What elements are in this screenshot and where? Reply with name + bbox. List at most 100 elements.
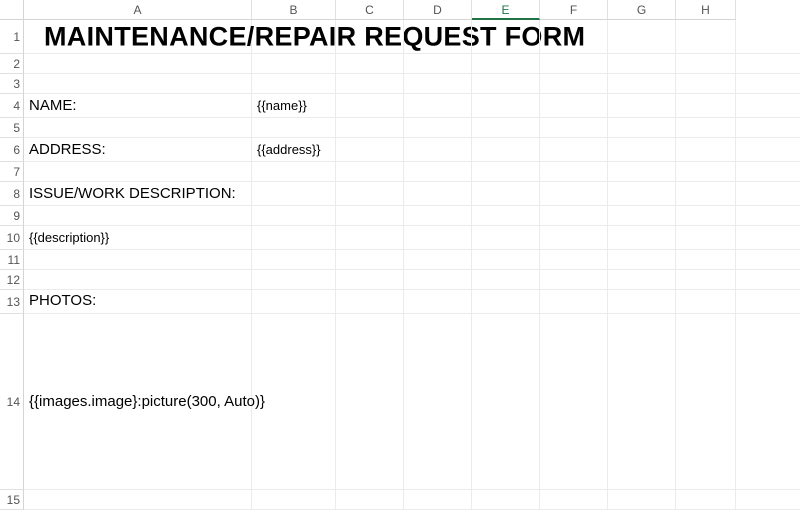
cell-C9[interactable]	[336, 206, 404, 225]
cell-F8[interactable]	[540, 182, 608, 205]
cell-E8[interactable]	[472, 182, 540, 205]
cell-B3[interactable]	[252, 74, 336, 93]
cell-G6[interactable]	[608, 138, 676, 161]
cell-D9[interactable]	[404, 206, 472, 225]
cell-G3[interactable]	[608, 74, 676, 93]
cell-G7[interactable]	[608, 162, 676, 181]
cell-D8[interactable]	[404, 182, 472, 205]
cell-G8[interactable]	[608, 182, 676, 205]
cell-F11[interactable]	[540, 250, 608, 269]
cell-G14[interactable]	[608, 314, 676, 489]
cell-H4[interactable]	[676, 94, 736, 117]
cell-E14[interactable]	[472, 314, 540, 489]
cell-H14[interactable]	[676, 314, 736, 489]
cell-D6[interactable]	[404, 138, 472, 161]
cell-H10[interactable]	[676, 226, 736, 249]
cell-B7[interactable]	[252, 162, 336, 181]
cell-H2[interactable]	[676, 54, 736, 73]
select-all-corner[interactable]	[0, 0, 24, 20]
cell-C8[interactable]	[336, 182, 404, 205]
cell-A5[interactable]	[24, 118, 252, 137]
cell-B14[interactable]	[252, 314, 336, 489]
cell-G1[interactable]	[608, 20, 676, 53]
cell-G11[interactable]	[608, 250, 676, 269]
cell-A13[interactable]: PHOTOS:	[24, 290, 252, 313]
cell-C5[interactable]	[336, 118, 404, 137]
cell-D2[interactable]	[404, 54, 472, 73]
cell-C11[interactable]	[336, 250, 404, 269]
row-header-9[interactable]: 9	[0, 206, 24, 226]
cell-E3[interactable]	[472, 74, 540, 93]
cell-C14[interactable]	[336, 314, 404, 489]
column-header-G[interactable]: G	[608, 0, 676, 20]
cell-B9[interactable]	[252, 206, 336, 225]
cell-E4[interactable]	[472, 94, 540, 117]
cell-C1[interactable]	[336, 20, 404, 53]
cell-B15[interactable]	[252, 490, 336, 509]
cell-G13[interactable]	[608, 290, 676, 313]
cell-H12[interactable]	[676, 270, 736, 289]
cell-A6[interactable]: ADDRESS:	[24, 138, 252, 161]
cell-D10[interactable]	[404, 226, 472, 249]
cell-A8[interactable]: ISSUE/WORK DESCRIPTION:	[24, 182, 252, 205]
cell-D15[interactable]	[404, 490, 472, 509]
cell-C7[interactable]	[336, 162, 404, 181]
cell-C12[interactable]	[336, 270, 404, 289]
cell-C2[interactable]	[336, 54, 404, 73]
cell-B10[interactable]	[252, 226, 336, 249]
row-header-13[interactable]: 13	[0, 290, 24, 314]
cell-C6[interactable]	[336, 138, 404, 161]
cell-D13[interactable]	[404, 290, 472, 313]
cell-E2[interactable]	[472, 54, 540, 73]
cell-C15[interactable]	[336, 490, 404, 509]
cell-E12[interactable]	[472, 270, 540, 289]
column-header-A[interactable]: A	[24, 0, 252, 20]
cell-A14[interactable]: {{images.image}:picture(300, Auto)}	[24, 314, 252, 489]
column-header-D[interactable]: D	[404, 0, 472, 20]
cell-A9[interactable]	[24, 206, 252, 225]
cell-D11[interactable]	[404, 250, 472, 269]
column-header-B[interactable]: B	[252, 0, 336, 20]
cell-G2[interactable]	[608, 54, 676, 73]
cell-F15[interactable]	[540, 490, 608, 509]
cell-B5[interactable]	[252, 118, 336, 137]
row-header-11[interactable]: 11	[0, 250, 24, 270]
cell-F3[interactable]	[540, 74, 608, 93]
cell-A10[interactable]: {{description}}	[24, 226, 252, 249]
row-header-8[interactable]: 8	[0, 182, 24, 206]
cell-E7[interactable]	[472, 162, 540, 181]
cell-F9[interactable]	[540, 206, 608, 225]
row-header-5[interactable]: 5	[0, 118, 24, 138]
cell-B1[interactable]	[252, 20, 336, 53]
cell-E9[interactable]	[472, 206, 540, 225]
cell-B8[interactable]	[252, 182, 336, 205]
cell-H3[interactable]	[676, 74, 736, 93]
cell-A3[interactable]	[24, 74, 252, 93]
cell-A4[interactable]: NAME:	[24, 94, 252, 117]
cell-H11[interactable]	[676, 250, 736, 269]
cell-H1[interactable]	[676, 20, 736, 53]
cell-B2[interactable]	[252, 54, 336, 73]
cell-B13[interactable]	[252, 290, 336, 313]
cell-E1[interactable]	[472, 20, 540, 53]
cell-G10[interactable]	[608, 226, 676, 249]
cell-H9[interactable]	[676, 206, 736, 225]
cell-F10[interactable]	[540, 226, 608, 249]
cell-A7[interactable]	[24, 162, 252, 181]
cell-H6[interactable]	[676, 138, 736, 161]
cell-A15[interactable]	[24, 490, 252, 509]
cell-D5[interactable]	[404, 118, 472, 137]
cell-B4[interactable]: {{name}}	[252, 94, 336, 117]
cell-F1[interactable]	[540, 20, 608, 53]
cell-E11[interactable]	[472, 250, 540, 269]
cell-A11[interactable]	[24, 250, 252, 269]
cell-H13[interactable]	[676, 290, 736, 313]
row-header-4[interactable]: 4	[0, 94, 24, 118]
cell-D1[interactable]	[404, 20, 472, 53]
row-header-10[interactable]: 10	[0, 226, 24, 250]
cell-H7[interactable]	[676, 162, 736, 181]
row-header-1[interactable]: 1	[0, 20, 24, 54]
cell-H8[interactable]	[676, 182, 736, 205]
cell-F2[interactable]	[540, 54, 608, 73]
cell-A1[interactable]: MAINTENANCE/REPAIR REQUEST FORM	[24, 20, 252, 53]
